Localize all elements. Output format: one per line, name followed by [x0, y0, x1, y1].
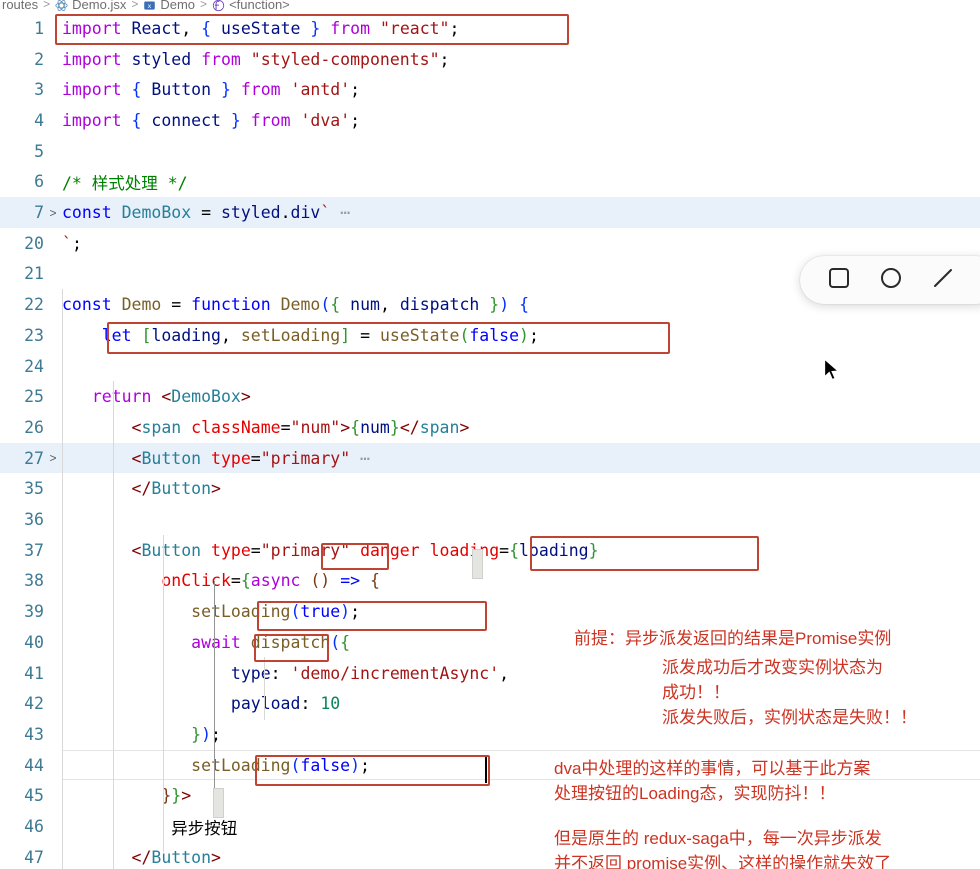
rectangle-icon: [826, 265, 852, 296]
variable-icon: x: [143, 0, 156, 12]
code-line-38[interactable]: 38 onClick={async () => {: [0, 566, 980, 597]
line-number: 38: [24, 571, 44, 591]
breadcrumb-item-function[interactable]: <function>: [212, 0, 290, 12]
code-text-1: import React, { useState } from "react";: [62, 18, 460, 38]
line-number: 5: [34, 141, 44, 161]
line-number: 27: [24, 448, 44, 468]
line-number: 6: [34, 172, 44, 192]
code-text-35: </Button>: [131, 479, 221, 499]
code-line-37[interactable]: 37 <Button type="primary" danger loading…: [0, 535, 980, 566]
breadcrumb-separator-2: >: [131, 0, 139, 11]
line-number: 25: [24, 387, 44, 407]
code-line-1[interactable]: 1 import React, { useState } from "react…: [0, 13, 980, 44]
line-number: 23: [24, 325, 44, 345]
code-text-39: setLoading(true);: [191, 602, 361, 622]
line-number: 26: [24, 417, 44, 437]
line-tool-button[interactable]: [930, 267, 956, 293]
line-number: 22: [24, 295, 44, 315]
line-icon: [930, 265, 956, 296]
line-number: 43: [24, 724, 44, 744]
line-number: 37: [24, 540, 44, 560]
code-text-20: `;: [62, 233, 82, 253]
code-line-23[interactable]: 23 let [loading, setLoading] = useState(…: [0, 320, 980, 351]
code-text-27: <Button type="primary" ⋯: [131, 448, 370, 468]
line-number: 1: [34, 18, 44, 38]
line-number: 45: [24, 786, 44, 806]
breadcrumb[interactable]: routes > Demo.jsx > x Demo > <function>: [0, 0, 980, 13]
breadcrumb-label-demo: Demo: [160, 0, 196, 12]
code-line-7[interactable]: 7 > const DemoBox = styled.div` ⋯: [0, 197, 980, 228]
code-line-3[interactable]: 3 import { Button } from 'antd';: [0, 74, 980, 105]
line-number: 41: [24, 663, 44, 683]
code-text-38: onClick={async () => {: [161, 571, 380, 591]
line-number: 44: [24, 755, 44, 775]
code-text-23: let [loading, setLoading] = useState(fal…: [101, 325, 539, 345]
line-number: 20: [24, 233, 44, 253]
code-text-4: import { connect } from 'dva';: [62, 110, 361, 130]
svg-text:x: x: [148, 1, 152, 9]
line-number: 4: [34, 110, 44, 130]
jsx-text-label: 异步按钮: [171, 818, 238, 838]
fold-indicator-27[interactable]: >: [44, 451, 62, 465]
bracket-match-close: [213, 788, 224, 818]
code-line-26[interactable]: 26 <span className="num">{num}</span>: [0, 412, 980, 443]
ellipse-tool-button[interactable]: [878, 267, 904, 293]
code-line-39[interactable]: 39 setLoading(true);: [0, 596, 980, 627]
code-text-7: const DemoBox = styled.div` ⋯: [62, 203, 351, 223]
jsx-file-icon: [55, 0, 68, 12]
line-number: 21: [24, 264, 44, 284]
code-text-3: import { Button } from 'antd';: [62, 80, 361, 100]
annotation-toolbar[interactable]: [800, 256, 980, 304]
code-editor[interactable]: 1 import React, { useState } from "react…: [0, 13, 980, 869]
annotation-note-1: 前提：异步派发返回的结果是Promise实例: [574, 629, 892, 648]
breadcrumb-item-routes[interactable]: routes: [2, 0, 38, 12]
line-number: 7: [34, 203, 44, 223]
code-line-36[interactable]: 36: [0, 504, 980, 535]
code-line-4[interactable]: 4 import { connect } from 'dva';: [0, 105, 980, 136]
breadcrumb-label-function: <function>: [229, 0, 290, 12]
annotation-note-2: 派发成功后才改变实例状态为 成功！！ 派发失败后，实例状态是失败！！: [662, 658, 917, 727]
annotation-note-3: dva中处理的这样的事情，可以基于此方案 处理按钮的Loading态，实现防抖！…: [554, 759, 871, 803]
line-number: 36: [24, 510, 44, 530]
line-number: 3: [34, 80, 44, 100]
line-number: 47: [24, 847, 44, 867]
code-line-5[interactable]: 5: [0, 136, 980, 167]
editor-window: routes > Demo.jsx > x Demo > <function>: [0, 0, 980, 869]
line-number: 39: [24, 602, 44, 622]
annotation-note-4: 但是原生的 redux-saga中，每一次异步派发 并不返回 promise实例…: [554, 829, 892, 869]
circle-icon: [878, 265, 904, 296]
line-number: 2: [34, 49, 44, 69]
breadcrumb-label-routes: routes: [2, 0, 39, 12]
line-number: 35: [24, 479, 44, 499]
code-line-27[interactable]: 27 > <Button type="primary" ⋯: [0, 442, 980, 474]
code-line-6[interactable]: 6 /* 样式处理 */: [0, 167, 980, 198]
code-text-37: <Button type="primary" danger loading={l…: [131, 540, 599, 560]
fold-indicator-7[interactable]: >: [44, 206, 62, 220]
breadcrumb-separator-3: >: [200, 0, 208, 11]
function-icon: [212, 0, 225, 12]
code-text-2: import styled from "styled-components";: [62, 49, 450, 69]
code-text-25: return <DemoBox>: [91, 387, 251, 407]
line-number: 42: [24, 694, 44, 714]
code-text-6: /* 样式处理 */: [62, 173, 188, 193]
line-number: 46: [24, 817, 44, 837]
code-line-35[interactable]: 35 </Button>: [0, 474, 980, 505]
rectangle-tool-button[interactable]: [826, 267, 852, 293]
code-line-2[interactable]: 2 import styled from "styled-components"…: [0, 44, 980, 75]
mouse-cursor: [823, 357, 843, 384]
text-caret: [485, 757, 487, 783]
breadcrumb-separator: >: [43, 0, 51, 11]
code-line-25[interactable]: 25 return <DemoBox>: [0, 381, 980, 412]
breadcrumb-item-demo-jsx[interactable]: Demo.jsx: [55, 0, 126, 12]
line-number: 40: [24, 632, 44, 652]
breadcrumb-item-demo[interactable]: x Demo: [143, 0, 195, 12]
line-number: 24: [24, 356, 44, 376]
bracket-match-open: [472, 549, 483, 579]
code-text-26: <span className="num">{num}</span>: [131, 417, 470, 437]
code-line-20[interactable]: 20 `;: [0, 228, 980, 259]
breadcrumb-label-demo-jsx: Demo.jsx: [72, 0, 127, 12]
